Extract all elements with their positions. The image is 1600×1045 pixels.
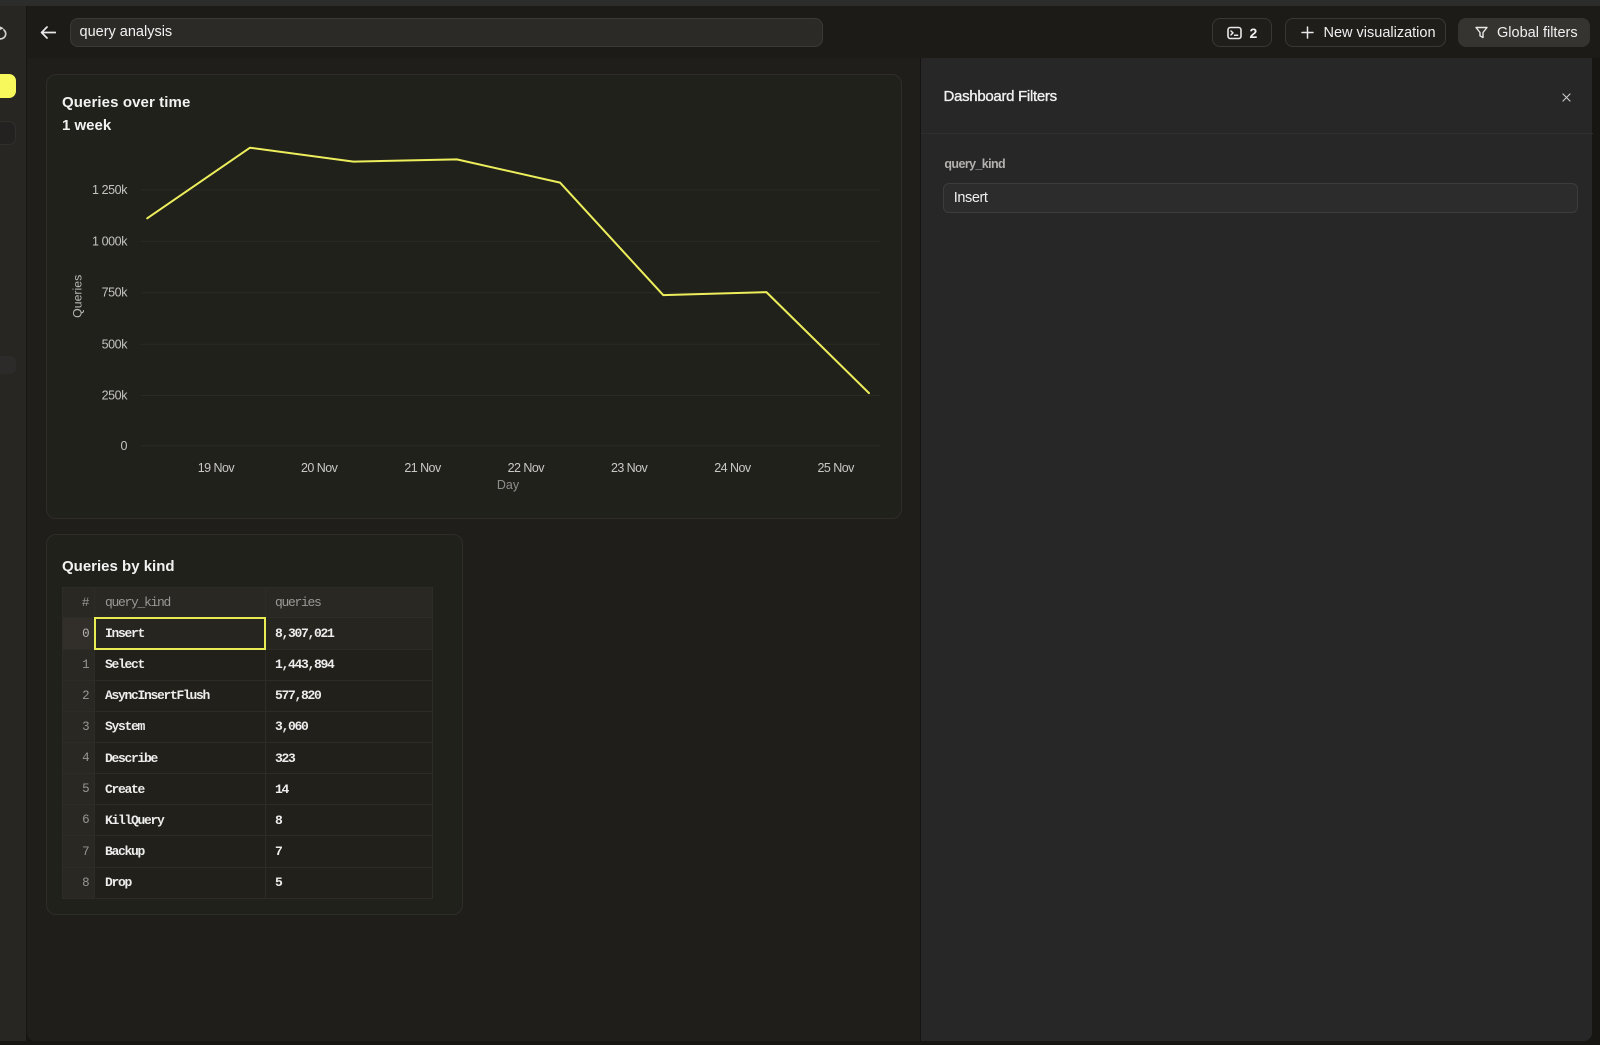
svg-text:24 Nov: 24 Nov: [714, 461, 752, 475]
svg-text:Queries: Queries: [71, 275, 85, 318]
svg-text:Day: Day: [497, 478, 520, 492]
svg-text:500k: 500k: [102, 338, 129, 352]
svg-text:1 250k: 1 250k: [92, 183, 128, 197]
svg-text:21 Nov: 21 Nov: [404, 461, 442, 475]
svg-text:25 Nov: 25 Nov: [818, 461, 856, 475]
svg-text:0: 0: [121, 439, 128, 453]
svg-text:20 Nov: 20 Nov: [301, 461, 339, 475]
svg-text:750k: 750k: [102, 286, 129, 300]
svg-text:23 Nov: 23 Nov: [611, 461, 649, 475]
svg-text:19 Nov: 19 Nov: [198, 461, 236, 475]
svg-text:22 Nov: 22 Nov: [508, 461, 546, 475]
svg-text:1 000k: 1 000k: [92, 235, 128, 249]
svg-text:250k: 250k: [102, 389, 129, 403]
